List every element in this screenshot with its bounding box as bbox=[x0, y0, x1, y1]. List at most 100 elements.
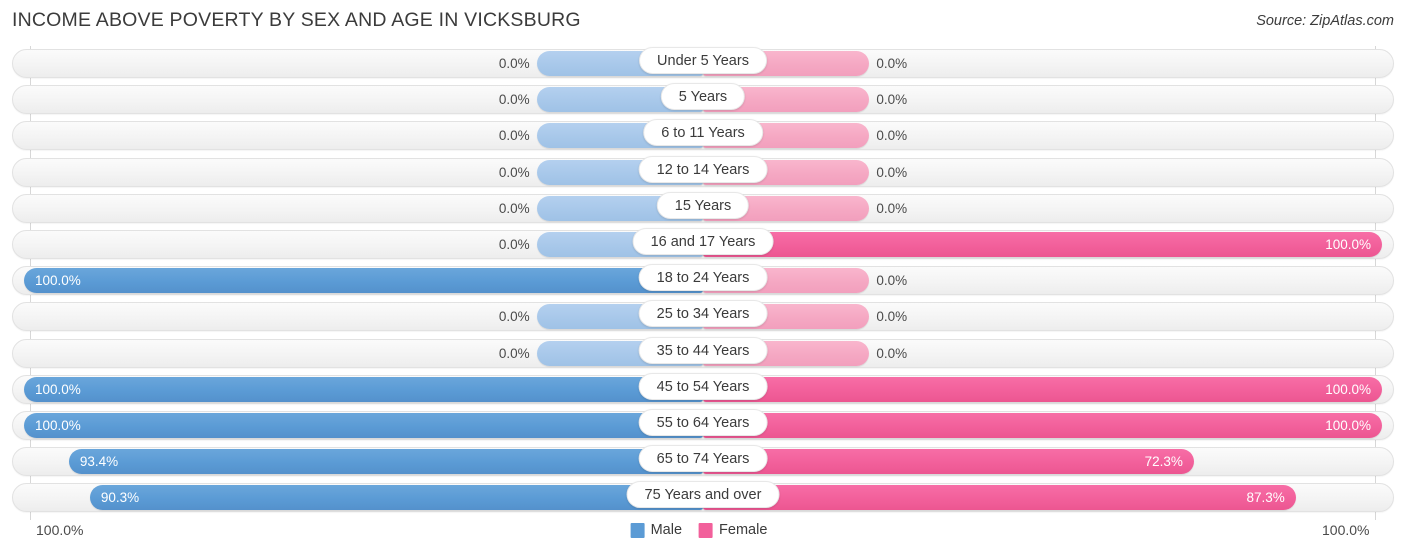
female-value-label: 0.0% bbox=[876, 164, 908, 180]
male-value-label: 93.4% bbox=[79, 454, 119, 470]
male-half: 0.0% bbox=[24, 340, 703, 366]
male-value-label: 0.0% bbox=[498, 128, 530, 144]
female-half: 0.0% bbox=[703, 123, 1382, 149]
female-value-label: 100.0% bbox=[1325, 236, 1371, 252]
chart-row: 0.0% 0.0% 6 to 11 Years bbox=[0, 118, 1406, 154]
male-value-label: 0.0% bbox=[498, 200, 530, 216]
legend-swatch-male-icon bbox=[630, 522, 645, 538]
chart-row: 0.0% 0.0% 25 to 34 Years bbox=[0, 299, 1406, 335]
source-attribution: Source: ZipAtlas.com bbox=[1256, 13, 1394, 29]
female-half: 0.0% bbox=[703, 340, 1382, 366]
chart-row: 0.0% 0.0% 12 to 14 Years bbox=[0, 155, 1406, 191]
female-value-label: 87.3% bbox=[1246, 490, 1285, 506]
page-title: INCOME ABOVE POVERTY BY SEX AND AGE IN V… bbox=[12, 9, 581, 31]
male-value-label: 0.0% bbox=[498, 56, 530, 71]
chart-legend: Male Female bbox=[630, 522, 776, 538]
female-half: 72.3% bbox=[703, 449, 1382, 475]
male-half: 0.0% bbox=[24, 159, 703, 185]
female-half: 0.0% bbox=[703, 304, 1382, 330]
category-label: 5 Years bbox=[660, 83, 746, 111]
female-value-label: 0.0% bbox=[876, 200, 908, 216]
male-value-label: 0.0% bbox=[498, 309, 530, 325]
male-half: 0.0% bbox=[24, 87, 703, 113]
category-label: 35 to 44 Years bbox=[638, 336, 768, 364]
legend-item-male[interactable]: Male bbox=[630, 522, 683, 538]
chart-row: 93.4% 72.3% 65 to 74 Years bbox=[0, 444, 1406, 480]
category-label: 6 to 11 Years bbox=[643, 119, 763, 147]
male-half: 100.0% bbox=[24, 412, 703, 438]
female-bar[interactable]: 100.0% bbox=[703, 376, 1382, 402]
female-value-label: 0.0% bbox=[876, 345, 908, 361]
female-half: 87.3% bbox=[703, 485, 1382, 511]
male-bar[interactable]: 100.0% bbox=[24, 412, 703, 438]
chart-plot-area: 0.0% 0.0% Under 5 Years 0.0% 0.0% 5 Years 0.0%… bbox=[0, 46, 1406, 520]
male-half: 0.0% bbox=[24, 304, 703, 330]
chart-header: INCOME ABOVE POVERTY BY SEX AND AGE IN V… bbox=[0, 0, 1406, 42]
category-label: 16 and 17 Years bbox=[632, 227, 774, 255]
female-value-label: 100.0% bbox=[1325, 417, 1371, 433]
male-half: 0.0% bbox=[24, 195, 703, 221]
chart-row: 100.0% 100.0% 55 to 64 Years bbox=[0, 408, 1406, 444]
chart-row: 0.0% 0.0% 5 Years bbox=[0, 82, 1406, 118]
legend-label-female: Female bbox=[719, 522, 768, 538]
category-label: 12 to 14 Years bbox=[638, 155, 768, 183]
chart-footer: 100.0% Male Female 100.0% bbox=[0, 518, 1406, 552]
female-bar[interactable]: 100.0% bbox=[703, 231, 1382, 257]
male-half: 0.0% bbox=[24, 231, 703, 257]
male-value-label: 100.0% bbox=[35, 417, 81, 433]
male-bar[interactable]: 93.4% bbox=[68, 449, 703, 475]
female-bar[interactable]: 72.3% bbox=[703, 449, 1194, 475]
male-half: 93.4% bbox=[24, 449, 703, 475]
chart-row: 100.0% 0.0% 18 to 24 Years bbox=[0, 263, 1406, 299]
male-value-label: 0.0% bbox=[498, 92, 530, 108]
female-value-label: 0.0% bbox=[876, 273, 908, 289]
category-label: 75 Years and over bbox=[626, 481, 780, 509]
male-value-label: 100.0% bbox=[35, 273, 81, 289]
male-half: 90.3% bbox=[24, 485, 703, 511]
chart-row: 90.3% 87.3% 75 Years and over bbox=[0, 480, 1406, 516]
female-value-label: 0.0% bbox=[876, 92, 908, 108]
female-half: 0.0% bbox=[703, 268, 1382, 294]
male-value-label: 0.0% bbox=[498, 236, 530, 252]
category-label: 45 to 54 Years bbox=[638, 372, 768, 400]
female-value-label: 0.0% bbox=[876, 56, 908, 71]
female-half: 0.0% bbox=[703, 195, 1382, 221]
legend-item-female[interactable]: Female bbox=[699, 522, 767, 538]
chart-row: 0.0% 100.0% 16 and 17 Years bbox=[0, 227, 1406, 263]
category-label: 25 to 34 Years bbox=[638, 300, 768, 328]
male-bar[interactable]: 90.3% bbox=[89, 485, 703, 511]
legend-label-male: Male bbox=[650, 522, 683, 538]
axis-label-left-max: 100.0% bbox=[36, 522, 84, 538]
male-bar[interactable]: 100.0% bbox=[24, 268, 703, 294]
male-value-label: 100.0% bbox=[35, 381, 81, 397]
female-bar[interactable]: 100.0% bbox=[703, 412, 1382, 438]
female-half: 100.0% bbox=[703, 412, 1382, 438]
category-label: 18 to 24 Years bbox=[638, 264, 768, 292]
female-bar[interactable]: 87.3% bbox=[703, 485, 1296, 511]
male-value-label: 0.0% bbox=[498, 345, 530, 361]
chart-row: 0.0% 0.0% Under 5 Years bbox=[0, 46, 1406, 82]
chart-row: 0.0% 0.0% 35 to 44 Years bbox=[0, 336, 1406, 372]
category-label: 65 to 74 Years bbox=[638, 445, 768, 473]
male-half: 0.0% bbox=[24, 123, 703, 149]
category-label: Under 5 Years bbox=[639, 47, 767, 74]
male-value-label: 90.3% bbox=[100, 490, 140, 506]
male-half: 100.0% bbox=[24, 376, 703, 402]
female-half: 0.0% bbox=[703, 159, 1382, 185]
male-half: 100.0% bbox=[24, 268, 703, 294]
female-half: 0.0% bbox=[703, 51, 1382, 76]
chart-rows: 0.0% 0.0% Under 5 Years 0.0% 0.0% 5 Years 0.0%… bbox=[0, 46, 1406, 516]
female-value-label: 100.0% bbox=[1325, 381, 1371, 397]
female-value-label: 0.0% bbox=[876, 128, 908, 144]
axis-label-right-max: 100.0% bbox=[1322, 522, 1370, 538]
female-value-label: 72.3% bbox=[1144, 454, 1183, 470]
chart-row: 0.0% 0.0% 15 Years bbox=[0, 191, 1406, 227]
male-bar[interactable]: 100.0% bbox=[24, 376, 703, 402]
female-half: 0.0% bbox=[703, 87, 1382, 113]
category-label: 55 to 64 Years bbox=[638, 408, 768, 436]
male-half: 0.0% bbox=[24, 51, 703, 76]
legend-swatch-female-icon bbox=[699, 522, 714, 538]
female-half: 100.0% bbox=[703, 376, 1382, 402]
male-value-label: 0.0% bbox=[498, 164, 530, 180]
category-label: 15 Years bbox=[656, 191, 750, 219]
